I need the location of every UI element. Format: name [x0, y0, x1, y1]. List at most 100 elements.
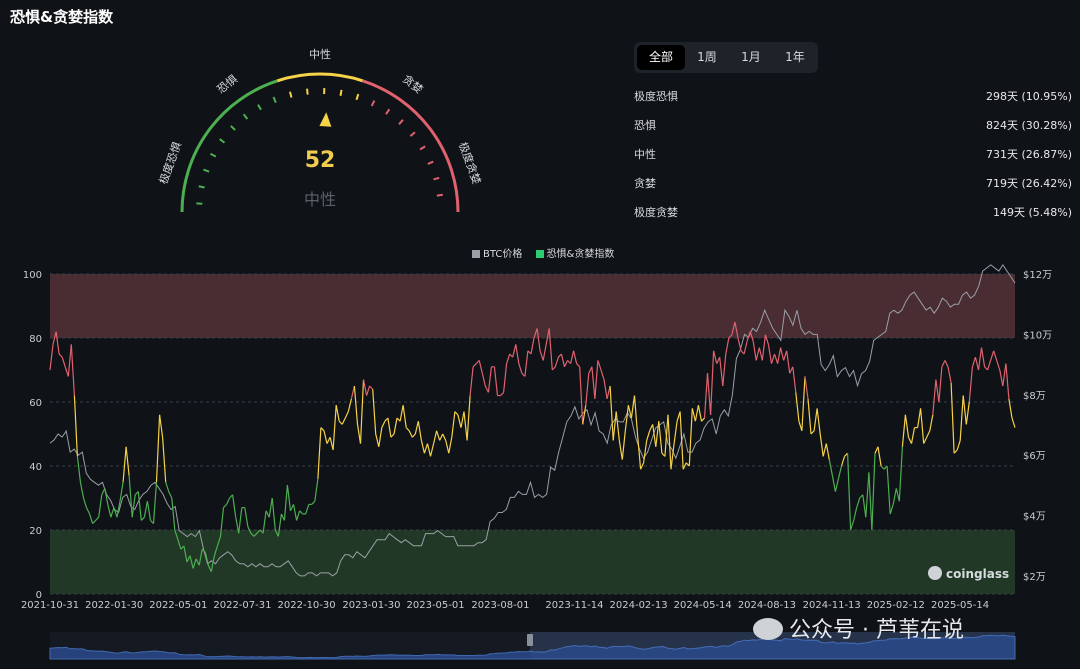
fgi-segment	[366, 385, 371, 396]
x-tick-label: 2024-11-13	[803, 600, 861, 611]
fgi-segment	[935, 379, 940, 403]
fgi-segment	[761, 334, 766, 361]
legend-swatch	[472, 250, 480, 258]
tab-1w[interactable]: 1周	[685, 45, 729, 70]
fgi-segment	[439, 433, 444, 441]
fgi-segment	[560, 353, 566, 367]
fgi-segment	[780, 347, 785, 361]
x-tick-label: 2022-10-30	[278, 600, 336, 611]
fgi-segment	[570, 350, 575, 364]
fgi-segment	[457, 414, 462, 428]
fgi-segment	[755, 347, 760, 361]
legend-label: BTC价格	[483, 249, 523, 260]
fgi-segment	[682, 462, 687, 470]
fgi-segment	[469, 366, 474, 396]
fgi-segment	[977, 347, 983, 371]
fgi-segment	[335, 405, 340, 422]
tab-all[interactable]: 全部	[637, 45, 685, 70]
fgi-segment	[244, 507, 249, 527]
y-left-tick-label: 40	[29, 462, 42, 473]
fgi-segment	[500, 391, 505, 397]
x-tick-label: 2024-05-14	[674, 600, 732, 611]
fgi-segment	[451, 411, 456, 438]
fgi-segment	[155, 414, 161, 483]
fgi-segment	[725, 337, 730, 355]
fgi-segment	[880, 465, 885, 470]
wechat-icon	[753, 618, 783, 640]
fgi-segment	[125, 446, 130, 476]
fgi-segment	[770, 353, 776, 364]
legend-item-fgi[interactable]: 恐惧&贪婪指数	[535, 245, 614, 260]
x-tick-label: 2023-01-30	[342, 600, 400, 611]
fgi-segment	[232, 494, 237, 518]
fgi-segment	[990, 350, 995, 361]
fgi-segment	[609, 385, 614, 441]
fgi-segment	[76, 456, 81, 483]
fgi-segment	[713, 350, 718, 364]
fgi-segment	[621, 430, 626, 460]
fgi-segment	[898, 446, 903, 502]
y-right-tick-label: $12万	[1023, 270, 1052, 281]
stat-value: 824天 (30.28%)	[985, 119, 1072, 132]
fgi-segment	[743, 341, 748, 355]
fgi-segment	[670, 443, 675, 470]
fgi-segment	[563, 360, 569, 368]
fgi-segment	[792, 366, 797, 393]
fgi-segment	[993, 350, 998, 361]
fgi-segment	[402, 405, 407, 428]
fgi-segment	[399, 405, 404, 422]
fgi-segment	[974, 357, 980, 371]
fgi-segment	[694, 405, 699, 422]
legend-swatch	[535, 250, 544, 258]
fgi-segment	[819, 433, 824, 457]
fgi-segment	[299, 510, 304, 515]
fgi-segment	[286, 485, 292, 511]
fgi-segment	[323, 430, 328, 444]
fgi-segment	[950, 382, 955, 454]
fgi-segment	[615, 411, 620, 441]
y-left-tick-label: 80	[29, 334, 42, 345]
y-right-tick-label: $8万	[1023, 391, 1046, 402]
fgi-segment	[706, 373, 712, 415]
fgi-segment	[369, 385, 374, 390]
fgi-segment	[996, 360, 1001, 371]
navigator-handle	[527, 634, 533, 646]
tab-1y[interactable]: 1年	[773, 45, 817, 70]
fgi-segment	[426, 443, 432, 457]
fgi-segment	[944, 360, 949, 368]
stat-row-extreme-greed: 极度贪婪 149天 (5.48%)	[634, 198, 1074, 227]
fgi-segment	[904, 414, 910, 438]
fgi-segment	[907, 436, 913, 444]
fgi-segment	[350, 385, 355, 399]
stat-row-fear: 恐惧 824天 (30.28%)	[634, 111, 1074, 140]
fgi-segment	[168, 491, 173, 499]
fgi-segment	[965, 401, 970, 425]
fgi-segment	[332, 405, 337, 451]
x-tick-label: 2024-02-13	[610, 600, 668, 611]
fgi-segment	[271, 497, 276, 531]
tab-1m[interactable]: 1月	[729, 45, 773, 70]
fgi-segment	[49, 344, 54, 371]
fgi-segment	[640, 462, 645, 470]
fgi-segment	[542, 344, 547, 361]
fgi-segment	[283, 485, 288, 521]
fgi-segment	[292, 504, 298, 521]
fgi-segment	[701, 417, 705, 422]
fgi-segment	[679, 411, 684, 470]
stat-label: 恐惧	[634, 119, 656, 132]
fgi-segment	[831, 475, 836, 492]
fgi-segment	[697, 405, 703, 422]
legend-item-btc[interactable]: BTC价格	[472, 245, 522, 260]
stat-value: 298天 (10.95%)	[985, 90, 1072, 103]
fgi-segment	[89, 513, 94, 524]
y-left-tick-label: 20	[29, 526, 42, 537]
gauge-tick	[433, 176, 440, 181]
gauge-needle-icon	[319, 112, 332, 127]
fgi-segment	[296, 510, 301, 521]
arc-neutral-segment	[276, 72, 364, 83]
fgi-segment	[165, 481, 170, 492]
fgi-segment	[576, 363, 581, 368]
fgi-segment	[137, 491, 142, 521]
fgi-segment	[101, 488, 106, 496]
fgi-segment	[837, 465, 843, 479]
